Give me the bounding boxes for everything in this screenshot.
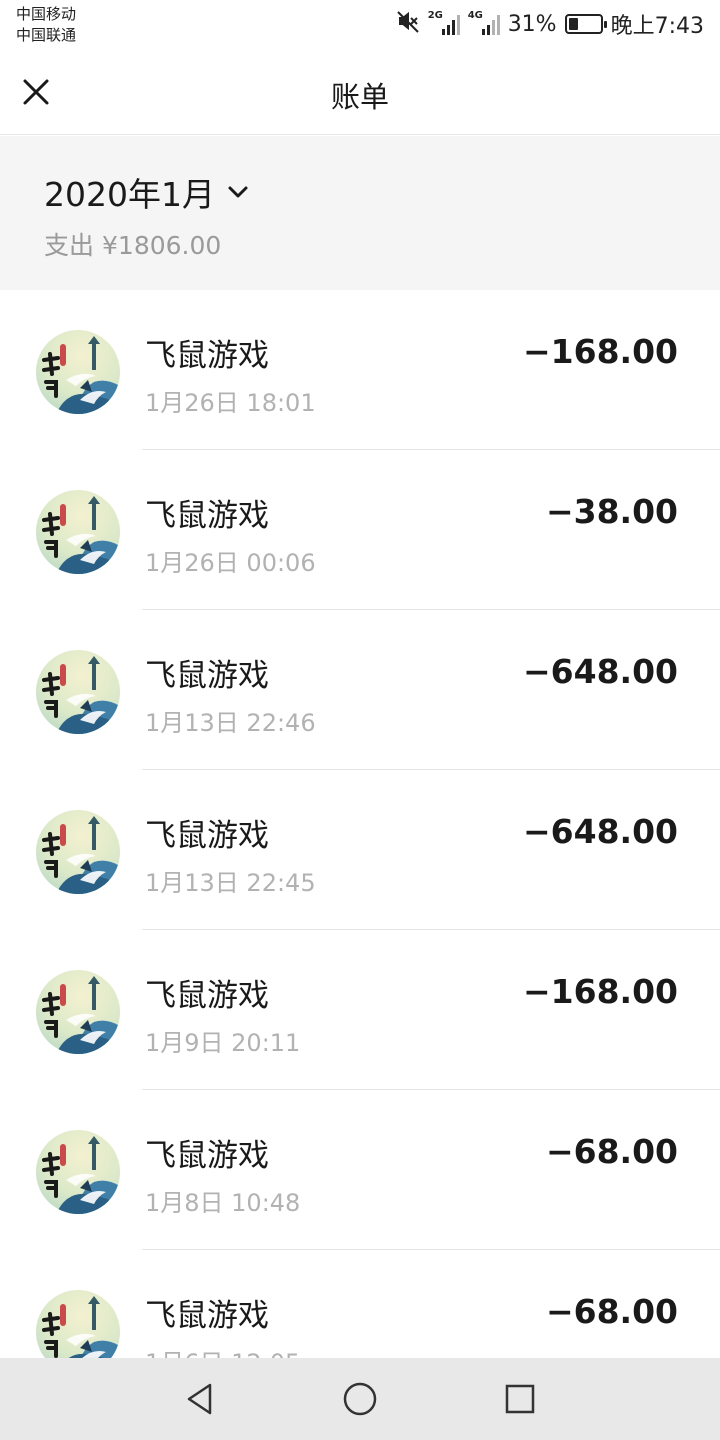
expense-label: 支出 (44, 231, 95, 260)
transaction-time: 1月8日 10:48 (145, 1189, 301, 1217)
mute-icon (396, 9, 420, 39)
carrier-secondary: 中国联通 (16, 26, 77, 44)
home-icon (343, 1382, 377, 1416)
merchant-name: 飞鼠游戏 (145, 1138, 269, 1174)
transaction-amount: −168.00 (523, 332, 678, 371)
status-indicators: 2G 4G 31% 晚上7:43 (396, 8, 704, 40)
transaction-time: 1月6日 12:05 (145, 1343, 300, 1358)
status-bar: 中国移动 中国联通 2G 4G 31% 晚上7:43 (0, 0, 720, 50)
back-button[interactable] (178, 1377, 222, 1421)
merchant-name: 飞鼠游戏 (145, 1298, 269, 1334)
battery-icon (564, 14, 607, 34)
page-title: 账单 (330, 80, 389, 114)
merchant-avatar (36, 650, 120, 734)
merchant-avatar (36, 1290, 120, 1358)
transaction-row[interactable]: 飞鼠游戏 1月6日 12:05 −68.00 (0, 1250, 720, 1358)
battery-percent: 31% (507, 11, 557, 37)
transaction-amount: −648.00 (523, 652, 678, 691)
transaction-time: 1月9日 20:11 (145, 1029, 301, 1057)
expense-total: ¥1806.00 (102, 231, 222, 260)
merchant-name: 飞鼠游戏 (145, 338, 269, 374)
merchant-avatar (36, 810, 120, 894)
transaction-row[interactable]: 飞鼠游戏 1月13日 22:46 −648.00 (0, 610, 720, 770)
transaction-amount: −168.00 (523, 972, 678, 1011)
merchant-avatar (36, 490, 120, 574)
expense-summary: 支出 ¥1806.00 (44, 226, 229, 262)
transaction-time: 1月26日 00:06 (145, 549, 316, 577)
transaction-amount: −68.00 (545, 1132, 678, 1171)
chevron-down-icon (228, 186, 248, 198)
signal-icon: 2G (427, 10, 460, 35)
merchant-avatar (36, 330, 120, 414)
back-icon (187, 1383, 212, 1415)
transaction-row[interactable]: 飞鼠游戏 1月26日 00:06 −38.00 (0, 450, 720, 610)
month-selector[interactable]: 2020年1月 (44, 168, 249, 216)
transaction-row[interactable]: 飞鼠游戏 1月13日 22:45 −648.00 (0, 770, 720, 930)
transaction-row[interactable]: 飞鼠游戏 1月26日 18:01 −168.00 (0, 290, 720, 450)
transaction-amount: −38.00 (545, 492, 678, 531)
transaction-amount: −68.00 (545, 1292, 678, 1331)
clock: 晚上7:43 (610, 14, 704, 39)
recents-icon (505, 1384, 535, 1414)
month-summary: 2020年1月 支出 ¥1806.00 (0, 136, 720, 290)
merchant-name: 飞鼠游戏 (145, 658, 269, 694)
top-bar: 账单 (0, 50, 720, 135)
transaction-row[interactable]: 飞鼠游戏 1月8日 10:48 −68.00 (0, 1090, 720, 1250)
transaction-time: 1月26日 18:01 (145, 389, 316, 417)
merchant-avatar (36, 1130, 120, 1214)
network-type-label: 2G (427, 10, 443, 21)
month-label: 2020年1月 (44, 175, 215, 214)
system-nav-bar (0, 1358, 720, 1440)
transaction-list[interactable]: 飞鼠游戏 1月26日 18:01 −168.00 飞鼠游戏 1月26日 00:0… (0, 290, 720, 1358)
transaction-time: 1月13日 22:45 (145, 869, 316, 897)
home-button[interactable] (338, 1377, 382, 1421)
transaction-row[interactable]: 飞鼠游戏 1月9日 20:11 −168.00 (0, 930, 720, 1090)
merchant-avatar (36, 970, 120, 1054)
recents-button[interactable] (498, 1377, 542, 1421)
merchant-name: 飞鼠游戏 (145, 498, 269, 534)
signal-icon: 4G (467, 10, 500, 35)
transaction-time: 1月13日 22:46 (145, 709, 316, 737)
merchant-name: 飞鼠游戏 (145, 818, 269, 854)
merchant-name: 飞鼠游戏 (145, 978, 269, 1014)
network-type-label: 4G (467, 10, 483, 21)
transaction-amount: −648.00 (523, 812, 678, 851)
carrier-primary: 中国移动 (16, 5, 77, 23)
carrier-info: 中国移动 中国联通 (16, 4, 76, 46)
